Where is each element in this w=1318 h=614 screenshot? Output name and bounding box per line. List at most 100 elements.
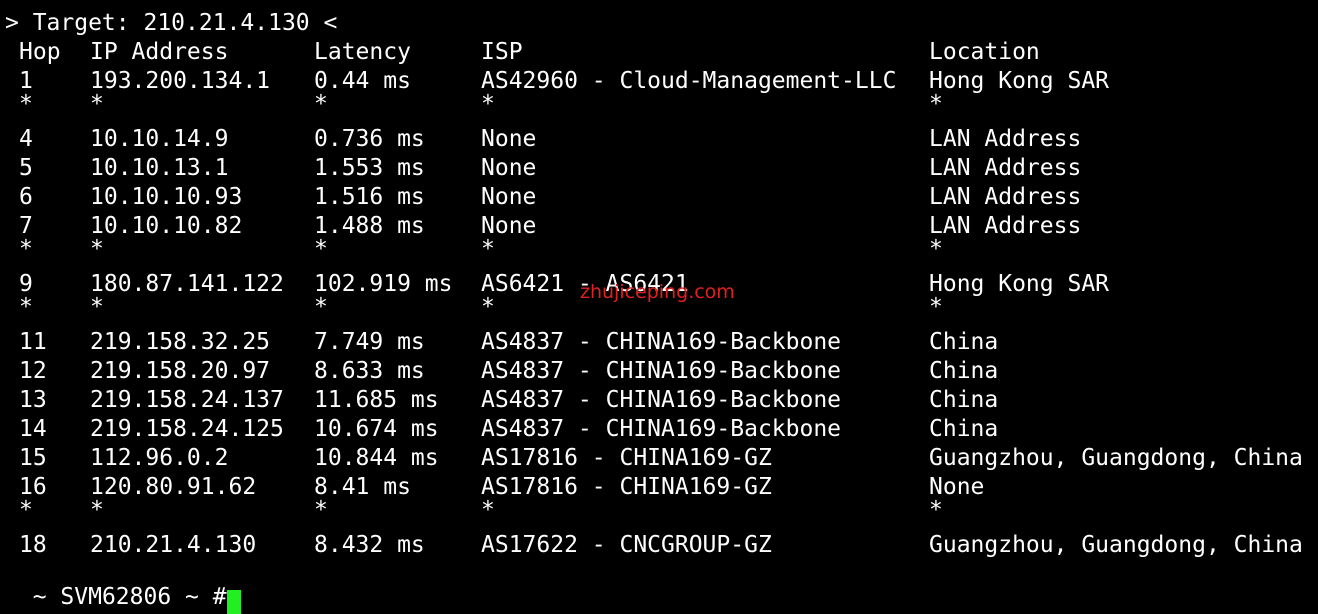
header-isp: ISP (481, 39, 523, 65)
cell-location: Hong Kong SAR (929, 271, 1110, 297)
table-row: 6 10.10.10.93 1.516 ms None LAN Address (5, 183, 1318, 212)
header-location: Location (929, 39, 1040, 65)
cell-latency: 8.41 ms (314, 474, 411, 500)
cell-ip: 180.87.141.122 (90, 271, 284, 297)
table-row: * * * * * (5, 294, 1318, 328)
table-header: Hop IP Address Latency ISP Location (5, 38, 1318, 67)
cell-isp: * (481, 91, 495, 117)
table-row: 12 219.158.20.97 8.633 ms AS4837 - CHINA169… (5, 357, 1318, 386)
table-row: 11 219.158.32.25 7.749 ms AS4837 - CHINA169… (5, 328, 1318, 357)
cell-latency: 1.553 ms (314, 155, 425, 181)
cell-ip: 10.10.10.93 (90, 184, 243, 210)
watermark: zhujiceping.com (580, 281, 735, 303)
cell-latency: * (314, 497, 328, 523)
cell-latency: 10.844 ms (314, 445, 439, 471)
cell-ip: 120.80.91.62 (90, 474, 257, 500)
cell-latency: 8.432 ms (314, 532, 425, 558)
cell-location: * (929, 236, 943, 262)
cell-ip: * (90, 294, 104, 320)
table-row: * * * * * (5, 236, 1318, 270)
cell-isp: None (481, 155, 537, 181)
cell-location: China (929, 329, 999, 355)
cell-location: LAN Address (929, 126, 1082, 152)
cell-hop: 12 (19, 358, 47, 384)
cell-isp: AS4837 - CHINA169-Backbone (481, 387, 842, 413)
table-row: * * * * * (5, 91, 1318, 125)
table-row: 5 10.10.13.1 1.553 ms None LAN Address (5, 154, 1318, 183)
cell-hop: 4 (19, 126, 33, 152)
cell-latency: 7.749 ms (314, 329, 425, 355)
cell-location: Guangzhou, Guangdong, China (929, 532, 1303, 558)
cell-location: LAN Address (929, 155, 1082, 181)
cell-isp: * (481, 497, 495, 523)
cell-hop: 15 (19, 445, 47, 471)
header-latency: Latency (314, 39, 411, 65)
cell-hop: * (19, 91, 33, 117)
cell-isp: AS42960 - Cloud-Management-LLC (481, 68, 897, 94)
cell-ip: 10.10.10.82 (90, 213, 243, 239)
cell-location: * (929, 294, 943, 320)
cell-location: Hong Kong SAR (929, 68, 1110, 94)
cell-latency: * (314, 91, 328, 117)
cell-isp: AS17622 - CNCGROUP-GZ (481, 532, 772, 558)
cell-isp: AS17816 - CHINA169-GZ (481, 445, 772, 471)
cell-latency: 1.516 ms (314, 184, 425, 210)
cell-ip: * (90, 497, 104, 523)
cell-isp: AS17816 - CHINA169-GZ (481, 474, 772, 500)
cell-location: China (929, 358, 999, 384)
cell-ip: 112.96.0.2 (90, 445, 229, 471)
table-row: * * * * * (5, 497, 1318, 531)
cell-latency: 0.44 ms (314, 68, 411, 94)
table-row: 16 120.80.91.62 8.41 ms AS17816 - CHINA169-… (5, 473, 1318, 502)
cell-ip: 219.158.24.137 (90, 387, 284, 413)
cell-isp: * (481, 294, 495, 320)
cell-ip: 10.10.14.9 (90, 126, 229, 152)
header-hop: Hop (19, 39, 61, 65)
cell-ip: 10.10.13.1 (90, 155, 229, 181)
cell-location: LAN Address (929, 184, 1082, 210)
cell-latency: 11.685 ms (314, 387, 439, 413)
table-row: 1 193.200.134.1 0.44 ms AS42960 - Cloud-Man… (5, 67, 1318, 96)
cell-latency: * (314, 236, 328, 262)
cell-location: China (929, 416, 999, 442)
cell-location: China (929, 387, 999, 413)
cell-location: Guangzhou, Guangdong, China (929, 445, 1303, 471)
cell-isp: AS4837 - CHINA169-Backbone (481, 358, 842, 384)
cell-ip: 219.158.32.25 (90, 329, 271, 355)
traceroute-rows: 1 193.200.134.1 0.44 ms AS42960 - Cloud-Man… (5, 67, 1318, 560)
cell-ip: 193.200.134.1 (90, 68, 271, 94)
cell-hop: 5 (19, 155, 33, 181)
cell-isp: None (481, 126, 537, 152)
prompt-text: ~ SVM62806 ~ # (32, 584, 227, 610)
shell-prompt[interactable]: ~ SVM62806 ~ # (5, 554, 241, 614)
cell-ip: * (90, 236, 104, 262)
cell-hop: * (19, 236, 33, 262)
table-row: 4 10.10.14.9 0.736 ms None LAN Address (5, 125, 1318, 154)
table-row: 14 219.158.24.125 10.674 ms AS4837 - CHINA1… (5, 415, 1318, 444)
cell-isp: AS4837 - CHINA169-Backbone (481, 416, 842, 442)
cell-hop: 11 (19, 329, 47, 355)
cell-hop: * (19, 497, 33, 523)
cell-ip: 219.158.20.97 (90, 358, 271, 384)
cell-isp: None (481, 184, 537, 210)
cell-latency: 0.736 ms (314, 126, 425, 152)
cell-latency: 8.633 ms (314, 358, 425, 384)
cell-latency: 10.674 ms (314, 416, 439, 442)
cell-location: * (929, 497, 943, 523)
table-row: 13 219.158.24.137 11.685 ms AS4837 - CHINA1… (5, 386, 1318, 415)
cell-ip: 219.158.24.125 (90, 416, 284, 442)
cell-isp: AS4837 - CHINA169-Backbone (481, 329, 842, 355)
cell-latency: 102.919 ms (314, 271, 453, 297)
table-row: 7 10.10.10.82 1.488 ms None LAN Address (5, 212, 1318, 241)
cell-hop: 13 (19, 387, 47, 413)
cell-latency: * (314, 294, 328, 320)
cell-latency: 1.488 ms (314, 213, 425, 239)
cell-hop: 14 (19, 416, 47, 442)
table-row: 15 112.96.0.2 10.844 ms AS17816 - CHINA169-… (5, 444, 1318, 473)
cell-isp: * (481, 236, 495, 262)
target-line: > Target: 210.21.4.130 < (5, 10, 338, 36)
cell-ip: * (90, 91, 104, 117)
cell-location: LAN Address (929, 213, 1082, 239)
cell-hop: * (19, 294, 33, 320)
header-ip: IP Address (90, 39, 229, 65)
